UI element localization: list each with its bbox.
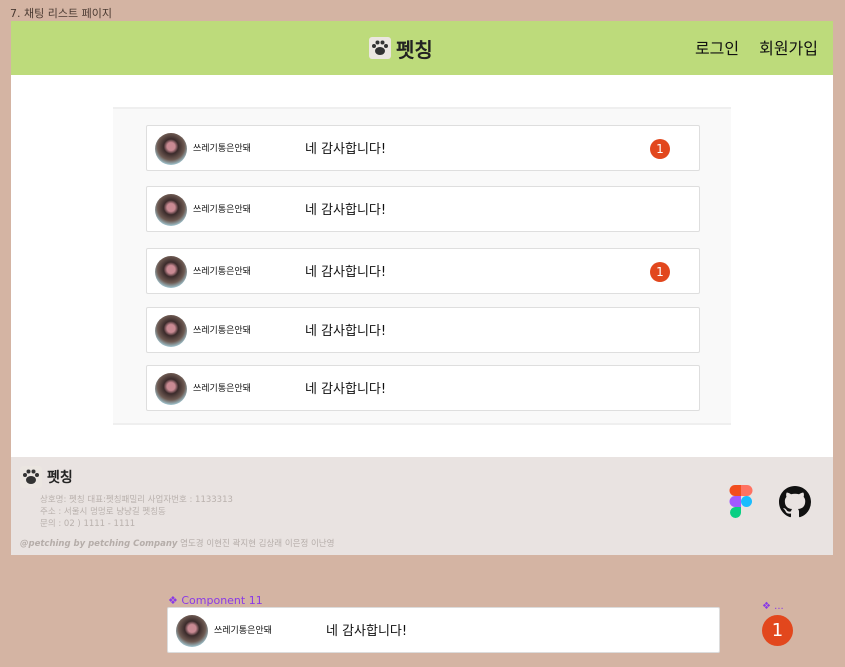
chat-nickname: 쓰레기통은안돼 — [193, 267, 251, 277]
badge-component-label: ❖ ... — [762, 601, 784, 612]
footer-info-line: 주소 : 서울시 멍멍로 냥냥길 펫칭동 — [40, 507, 166, 517]
chat-last-message: 네 감사합니다! — [305, 265, 387, 280]
github-icon[interactable] — [779, 486, 811, 518]
header: 펫칭 로그인 회원가입 — [11, 21, 833, 75]
login-link[interactable]: 로그인 — [695, 35, 739, 59]
footer-credit-members: 염도경 이현진 곽지현 김상래 이은정 이난영 — [177, 539, 335, 549]
signup-link[interactable]: 회원가입 — [759, 35, 818, 59]
unread-badge: 1 — [650, 139, 670, 159]
logo[interactable]: 펫칭 — [369, 33, 433, 63]
chat-nickname: 쓰레기통은안돼 — [193, 205, 251, 215]
chat-nickname: 쓰레기통은안돼 — [193, 384, 251, 394]
chat-last-message: 네 감사합니다! — [326, 624, 408, 639]
unread-badge: 1 — [650, 262, 670, 282]
chat-list-item[interactable]: 쓰레기통은안돼 네 감사합니다! 1 — [146, 248, 700, 294]
footer-credit: @petching by petching Company 염도경 이현진 곽지… — [20, 537, 334, 549]
footer: 펫칭 상호명: 펫칭 대표:펫칭패밀리 사업자번호 : 1133313 주소 :… — [11, 457, 833, 555]
chat-last-message: 네 감사합니다! — [305, 382, 387, 397]
avatar — [155, 133, 187, 165]
frame-label: 7. 채팅 리스트 페이지 — [10, 7, 112, 20]
avatar — [176, 615, 208, 647]
chat-last-message: 네 감사합니다! — [305, 203, 387, 218]
chat-last-message: 네 감사합니다! — [305, 324, 387, 339]
chat-last-message: 네 감사합니다! — [305, 142, 387, 157]
avatar — [155, 256, 187, 288]
chat-list-item-component[interactable]: 쓰레기통은안돼 네 감사합니다! — [167, 607, 720, 653]
footer-logo[interactable]: 펫칭 — [20, 466, 73, 488]
header-nav: 로그인 회원가입 — [695, 35, 818, 59]
chat-nickname: 쓰레기통은안돼 — [193, 144, 251, 154]
paw-icon — [369, 37, 391, 59]
avatar — [155, 194, 187, 226]
unread-badge-component: 1 — [762, 615, 793, 646]
chat-list-page: 펫칭 로그인 회원가입 쓰레기통은안돼 네 감사합니다! 1 쓰레기통은안돼 네… — [11, 21, 833, 555]
chat-list-item[interactable]: 쓰레기통은안돼 네 감사합니다! — [146, 307, 700, 353]
footer-logo-text: 펫칭 — [47, 470, 73, 486]
footer-business-info: 상호명: 펫칭 대표:펫칭패밀리 사업자번호 : 1133313 주소 : 서울… — [40, 494, 233, 530]
chat-list: 쓰레기통은안돼 네 감사합니다! 1 쓰레기통은안돼 네 감사합니다! 쓰레기통… — [113, 107, 731, 425]
footer-info-line: 문의 : 02 ) 1111 - 1111 — [40, 519, 136, 529]
component-label: ❖ Component 11 — [168, 594, 263, 607]
footer-info-line: 상호명: 펫칭 대표:펫칭패밀리 사업자번호 : 1133313 — [40, 495, 233, 505]
paw-icon — [20, 466, 42, 488]
chat-nickname: 쓰레기통은안돼 — [193, 326, 251, 336]
chat-list-item[interactable]: 쓰레기통은안돼 네 감사합니다! 1 — [146, 125, 700, 171]
chat-nickname: 쓰레기통은안돼 — [214, 626, 272, 636]
figma-icon[interactable] — [728, 485, 754, 519]
footer-credit-company: @petching by petching Company — [20, 539, 178, 549]
chat-list-item[interactable]: 쓰레기통은안돼 네 감사합니다! — [146, 186, 700, 232]
logo-text: 펫칭 — [396, 37, 433, 62]
avatar — [155, 373, 187, 405]
chat-list-item[interactable]: 쓰레기통은안돼 네 감사합니다! — [146, 365, 700, 411]
avatar — [155, 315, 187, 347]
